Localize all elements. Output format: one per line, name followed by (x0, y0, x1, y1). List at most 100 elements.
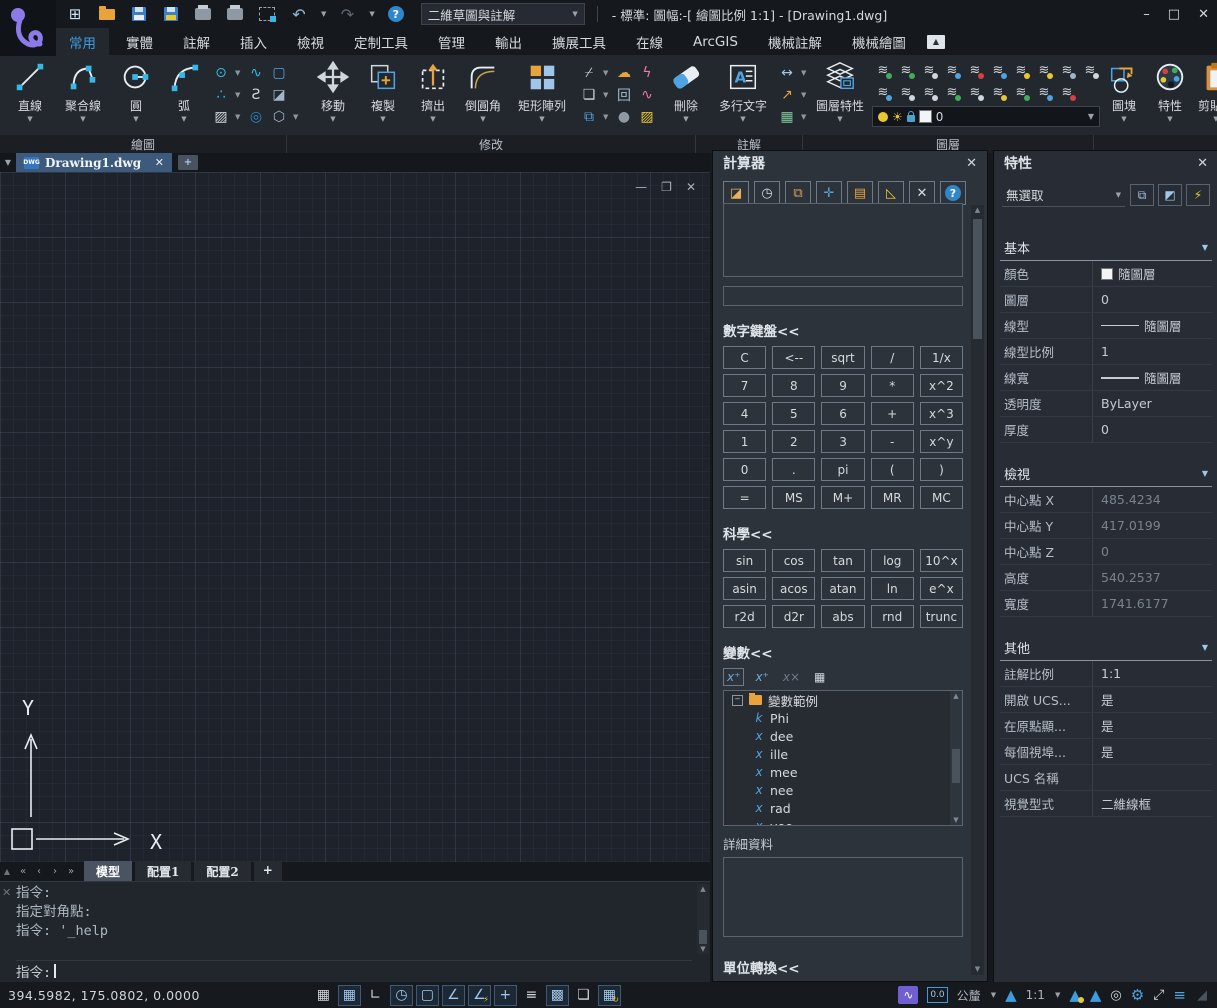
property-value[interactable]: 1:1 (1092, 661, 1212, 686)
calc-key-tan[interactable]: tan (821, 549, 864, 572)
layer-tool-icon-0-0[interactable]: ≋ (872, 60, 894, 81)
scroll-up-icon[interactable]: ▲ (697, 884, 709, 894)
chevron-down-icon[interactable]: ▼ (380, 115, 385, 123)
workspace-dropdown[interactable]: 二維草圖與註解 ▼ (421, 3, 585, 25)
get-coordinates-button[interactable]: ✛ (816, 181, 842, 205)
calc-help-button[interactable]: ? (940, 181, 966, 205)
chevron-down-icon[interactable]: ▼ (991, 991, 996, 999)
calc-key-5[interactable]: 5 (772, 402, 815, 425)
numpad-section-label[interactable]: 數字鍵盤<< (723, 320, 963, 340)
calc-key-acos[interactable]: acos (772, 577, 815, 600)
layer-tool-icon-0-3[interactable]: ≋ (941, 60, 963, 81)
scroll-up-icon[interactable]: ▲ (950, 691, 962, 701)
open-folder-button[interactable] (96, 4, 118, 24)
calc-key-/[interactable]: / (871, 346, 914, 369)
layer-tool-icon-1-1[interactable]: ≋ (895, 82, 917, 103)
chevron-down-icon[interactable]: ▼ (603, 91, 610, 99)
polygon-button[interactable]: ⬡ (270, 108, 288, 126)
calc-key-4[interactable]: 4 (723, 402, 766, 425)
scale-button[interactable]: ❏ (580, 86, 598, 104)
calc-key-x^3[interactable]: x^3 (920, 402, 963, 425)
resize-grip[interactable]: ◢ (1197, 988, 1207, 1003)
leader-button[interactable]: ↗ (778, 86, 796, 104)
layer-tool-icon-0-1[interactable]: ≋ (895, 60, 917, 81)
chevron-down-icon[interactable]: ▼ (369, 10, 374, 18)
calc-key-([interactable]: ( (871, 458, 914, 481)
chevron-down-icon[interactable]: ▼ (1121, 115, 1126, 123)
ribbon-tab-擴展工具[interactable]: 擴展工具 (539, 28, 619, 56)
tree-collapse-icon[interactable]: − (732, 695, 743, 706)
object-snap-tracking-icon[interactable]: ∠⚡ (468, 985, 491, 1006)
chevron-down-icon[interactable]: ▼ (837, 115, 842, 123)
doc-tab-list-icon[interactable]: ▼ (0, 158, 16, 167)
paste-to-command-button[interactable]: ⧉ (785, 181, 811, 205)
save-button[interactable] (128, 4, 150, 24)
angle-snap-icon[interactable]: ∠ (442, 985, 465, 1006)
dynamic-input-icon[interactable]: + (494, 985, 517, 1006)
polyline-button[interactable]: 聚合線▼ (54, 55, 112, 133)
calc-key-ln[interactable]: ln (871, 577, 914, 600)
property-value[interactable]: 是 (1092, 687, 1212, 712)
property-value[interactable]: 0 (1092, 417, 1212, 442)
ribbon-tab-常用[interactable]: 常用 (56, 28, 109, 56)
clear-expression-button[interactable]: ✕ (909, 181, 935, 205)
layer-tool-icon-0-8[interactable]: ≋ (1056, 60, 1078, 81)
calc-key-cos[interactable]: cos (772, 549, 815, 572)
calc-key-8[interactable]: 8 (772, 374, 815, 397)
chevron-down-icon[interactable]: ▼ (1213, 115, 1217, 123)
prev-layout-icon[interactable]: ‹ (32, 866, 46, 877)
property-value[interactable]: ByLayer (1092, 391, 1212, 416)
property-value[interactable]: 隨圖層 (1092, 365, 1212, 390)
edit-variable-icon[interactable]: x⁺ (752, 669, 771, 685)
units-display-icon[interactable]: 0.0 (927, 987, 947, 1003)
layer-stack-button[interactable]: 圖層特性▼ (812, 55, 868, 133)
property-value[interactable]: 485.4234 (1092, 487, 1212, 512)
chevron-down-icon[interactable]: ▼ (330, 115, 335, 123)
chevron-down-icon[interactable]: ▼ (1167, 115, 1172, 123)
variables-scrollbar[interactable]: ▲ ▼ (950, 691, 962, 825)
lineweight-display-icon[interactable]: ≡ (520, 985, 543, 1006)
print-button[interactable] (224, 4, 246, 24)
command-input[interactable]: 指令: (16, 960, 692, 981)
ribbon-tab-輸出[interactable]: 輸出 (482, 28, 535, 56)
explode-button[interactable]: ● (615, 108, 633, 126)
new-file-button[interactable]: ⊞ (64, 4, 86, 24)
rectangle-button[interactable]: ▢ (270, 64, 288, 82)
selection-cycling-icon[interactable]: ◎ (1110, 988, 1121, 1003)
ribbon-tab-註解[interactable]: 註解 (170, 28, 223, 56)
calc-key-MC[interactable]: MC (920, 486, 963, 509)
chevron-down-icon[interactable]: ▼ (683, 115, 688, 123)
calc-key-MS[interactable]: MS (772, 486, 815, 509)
move-button[interactable]: 移動▼ (308, 55, 358, 133)
property-value[interactable]: 隨圖層 (1092, 261, 1212, 286)
scientific-section-label[interactable]: 科學<< (723, 523, 963, 543)
calc-key-+[interactable]: + (871, 402, 914, 425)
property-value[interactable]: 隨圖層 (1092, 313, 1212, 338)
next-layout-icon[interactable]: › (48, 866, 62, 877)
last-layout-icon[interactable]: » (64, 866, 78, 877)
chevron-down-icon[interactable]: ▼ (603, 113, 610, 121)
layer-tool-icon-0-4[interactable]: ≋ (964, 60, 986, 81)
chevron-down-icon[interactable]: ▼ (801, 113, 808, 121)
annotation-scale-icon[interactable]: ▲ (1005, 988, 1017, 1003)
calc-key-x^y[interactable]: x^y (920, 430, 963, 453)
chevron-down-icon[interactable]: ▼ (1055, 991, 1060, 999)
layer-tool-icon-1-7[interactable]: ≋ (1033, 82, 1055, 103)
fullscreen-icon[interactable]: ⤢ (1153, 987, 1164, 1003)
scroll-thumb[interactable] (973, 219, 982, 339)
property-value[interactable]: 二維線框 (1092, 791, 1212, 816)
variables-folder-label[interactable]: 變數範例 (768, 691, 818, 710)
ribbon-tab-在線[interactable]: 在線 (623, 28, 676, 56)
scurve-button[interactable]: Ƨ (247, 86, 265, 104)
array-button[interactable]: 矩形陣列▼ (508, 55, 576, 133)
menu-icon[interactable]: ≡ (1173, 986, 1186, 1004)
variables-tree[interactable]: −變數範例kPhixdeexillexmeexneexradxvee ▲ ▼ (723, 690, 963, 826)
minimize-button[interactable]: – (1143, 7, 1150, 22)
variable-row-dee[interactable]: xdee (724, 727, 962, 745)
calc-key-asin[interactable]: asin (723, 577, 766, 600)
drawing-canvas[interactable]: — ❐ ✕ Y X (0, 172, 710, 862)
overlap-button[interactable]: ⧉ (580, 108, 598, 126)
document-tab[interactable]: DWG Drawing1.dwg ✕ (16, 153, 172, 172)
block-button[interactable]: 圖塊▼ (1101, 55, 1147, 133)
variable-calculator-icon[interactable]: ▦ (811, 669, 828, 685)
